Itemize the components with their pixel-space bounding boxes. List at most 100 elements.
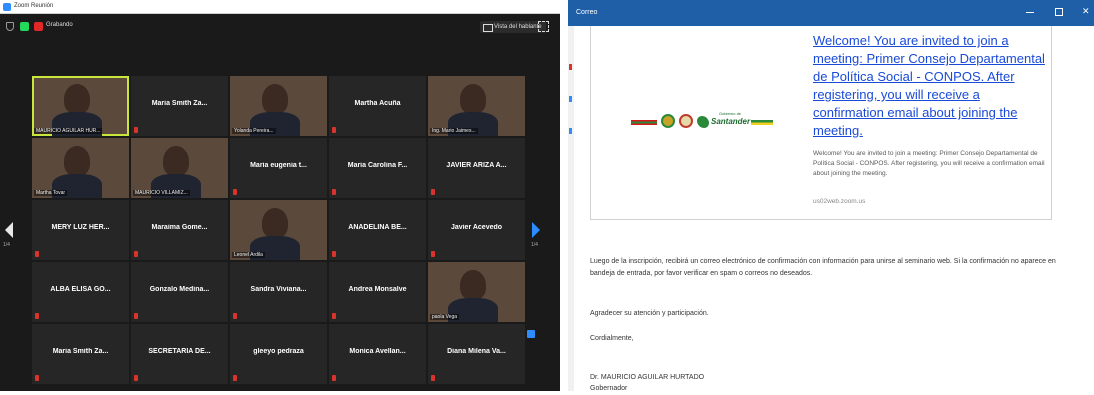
participant-tile[interactable]: Ing. Mario Jaimes... — [428, 76, 525, 136]
participant-tile[interactable]: Maria Smith Za... — [131, 76, 228, 136]
muted-mic-icon — [35, 313, 39, 319]
record-icon[interactable] — [34, 22, 43, 31]
participant-tile[interactable]: Martha Acuña — [329, 76, 426, 136]
previous-page-arrow-icon[interactable] — [5, 222, 13, 238]
fullscreen-icon[interactable] — [538, 21, 549, 32]
muted-mic-icon — [134, 127, 138, 133]
participant-name: MAURICIO VILLAMIZ... — [133, 190, 190, 196]
flag-logo — [631, 120, 657, 125]
participant-tile[interactable]: Monica Avellan... — [329, 324, 426, 384]
participant-tile[interactable]: ALBA ELISA GO... — [32, 262, 129, 322]
participant-name: Diana Milena Va... — [447, 348, 506, 355]
participant-tile[interactable]: Yolanda Pereira... — [230, 76, 327, 136]
mail-side-strip — [568, 26, 574, 391]
muted-mic-icon — [134, 251, 138, 257]
meeting-titlebar: Zoom Reunión — [0, 0, 560, 14]
muted-mic-icon — [431, 189, 435, 195]
participant-grid: MAURICIO AGUILAR HUR... Maria Smith Za...… — [32, 76, 526, 391]
mark-icon — [569, 128, 572, 134]
participant-tile[interactable]: Diana Milena Va... — [428, 324, 525, 384]
government-logos: Gobierno de Santander — [631, 111, 781, 133]
participant-name: SECRETARIA DE... — [148, 348, 211, 355]
seal-logo — [661, 114, 675, 128]
participant-tile[interactable]: Sandra Viviana... — [230, 262, 327, 322]
muted-mic-icon — [134, 313, 138, 319]
participant-video — [448, 84, 498, 136]
participant-tile[interactable]: Leonel Ardila — [230, 200, 327, 260]
shield-icon[interactable] — [6, 22, 14, 31]
participant-name: JAVIER ARIZA A... — [446, 162, 507, 169]
muted-mic-icon — [332, 189, 336, 195]
mark-icon — [569, 96, 572, 102]
muted-mic-icon — [35, 375, 39, 381]
participant-name: Javier Acevedo — [450, 224, 503, 231]
thanks-paragraph: Agradecer su atención y participación. — [590, 310, 709, 317]
participant-tile[interactable]: Maraima Gome... — [131, 200, 228, 260]
page-indicator-right: 1/4 — [531, 242, 538, 248]
minimize-icon[interactable] — [1026, 12, 1034, 13]
speaker-view-button[interactable]: Vista del hablante — [480, 21, 546, 33]
registration-link[interactable]: Welcome! You are invited to join a meeti… — [813, 32, 1045, 140]
muted-mic-icon — [233, 313, 237, 319]
participant-name: Maria Smith Za... — [151, 100, 208, 107]
confirmation-paragraph: Luego de la inscripción, recibirá un cor… — [590, 258, 1056, 277]
participant-tile[interactable]: Gonzalo Medina... — [131, 262, 228, 322]
participant-name: MERY LUZ HER... — [51, 224, 110, 231]
participant-tile[interactable]: Maria Carolina F... — [329, 138, 426, 198]
muted-mic-icon — [332, 313, 336, 319]
participant-name: Maraima Gome... — [151, 224, 208, 231]
participant-tile[interactable]: Javier Acevedo — [428, 200, 525, 260]
muted-mic-icon — [233, 375, 237, 381]
meeting-topbar: Grabando Vista del hablante — [0, 14, 560, 40]
participant-tile[interactable]: Martha Tovar — [32, 138, 129, 198]
flag-logo-2 — [751, 120, 773, 125]
participant-name: Ing. Mario Jaimes... — [430, 128, 478, 134]
muted-mic-icon — [431, 251, 435, 257]
participant-tile[interactable]: JAVIER ARIZA A... — [428, 138, 525, 198]
participant-tile[interactable]: Maria Smith Za... — [32, 324, 129, 384]
muted-mic-icon — [431, 375, 435, 381]
plant-logo — [697, 116, 709, 128]
participant-tile[interactable]: MERY LUZ HER... — [32, 200, 129, 260]
participant-name: Maria Carolina F... — [347, 162, 408, 169]
shield-logo — [679, 114, 693, 128]
muted-mic-icon — [35, 251, 39, 257]
participant-tile[interactable]: Maria eugenia t... — [230, 138, 327, 198]
muted-mic-icon — [332, 127, 336, 133]
participant-name: Martha Tovar — [34, 190, 68, 196]
muted-mic-icon — [134, 375, 138, 381]
participant-name: Maria eugenia t... — [250, 162, 307, 169]
participant-tile[interactable]: SECRETARIA DE... — [131, 324, 228, 384]
participant-tile[interactable]: MAURICIO AGUILAR HUR... — [32, 76, 129, 136]
maximize-icon[interactable] — [1055, 8, 1063, 16]
brand-name: Santander — [711, 117, 751, 126]
next-page-arrow-icon[interactable] — [532, 222, 540, 238]
participant-video — [250, 84, 300, 136]
chat-indicator-icon[interactable] — [527, 330, 535, 338]
participant-name: Sandra Viviana... — [250, 286, 307, 293]
participant-video — [52, 146, 102, 198]
invitation-url[interactable]: us02web.zoom.us — [813, 198, 865, 205]
participant-tile[interactable]: gleeyo pedraza — [230, 324, 327, 384]
participant-name: paola Vega — [430, 314, 460, 320]
muted-mic-icon — [233, 189, 237, 195]
invitation-card: Gobierno de Santander Welcome! You are i… — [590, 26, 1052, 220]
participant-tile[interactable]: ANADELINA BE... — [329, 200, 426, 260]
participant-tile[interactable]: Andrea Monsalve — [329, 262, 426, 322]
participant-tile[interactable]: paola Vega — [428, 262, 525, 322]
mail-window: Correo ✕ Gobierno de Santander Welcome! … — [568, 0, 1094, 392]
participant-video — [250, 208, 300, 260]
participant-name: Yolanda Pereira... — [232, 128, 276, 134]
muted-mic-icon — [332, 251, 336, 257]
mail-title: Correo — [576, 9, 598, 16]
encryption-icon[interactable] — [20, 22, 29, 31]
meeting-window: Zoom Reunión Grabando Vista del hablante… — [0, 0, 560, 391]
participant-name: Gonzalo Medina... — [149, 286, 210, 293]
close-icon[interactable]: ✕ — [1082, 6, 1090, 17]
participant-name: MAURICIO AGUILAR HUR... — [34, 128, 103, 134]
participant-name: gleeyo pedraza — [253, 348, 304, 355]
brand-subtitle: Gobierno de — [719, 111, 742, 116]
participant-name: Monica Avellan... — [349, 348, 406, 355]
meeting-title: Zoom Reunión — [14, 3, 54, 9]
participant-tile[interactable]: MAURICIO VILLAMIZ... — [131, 138, 228, 198]
